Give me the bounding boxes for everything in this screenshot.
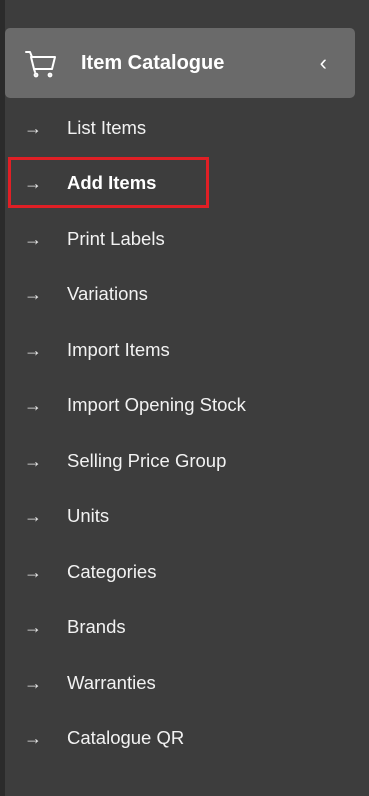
sidebar-item-import-items[interactable]: → Import Items [0,322,369,378]
sidebar-item-label: List Items [67,116,147,138]
sidebar-item-add-items[interactable]: → Add Items [0,156,369,212]
sidebar-item-label: Units [67,505,110,527]
arrow-right-icon: → [24,672,42,693]
arrow-right-icon: → [24,617,42,638]
arrow-right-icon: → [24,228,42,249]
sidebar-item-list-items[interactable]: → List Items [0,100,369,156]
arrow-right-icon: → [24,728,42,749]
arrow-right-icon: → [24,117,42,138]
sidebar-item-brands[interactable]: → Brands [0,600,369,656]
sidebar-item-label: Categories [67,560,157,582]
sidebar-item-label: Add Items [67,172,157,194]
arrow-right-icon: → [24,395,42,416]
sidebar-item-label: Catalogue QR [67,727,185,749]
sidebar-item-warranties[interactable]: → Warranties [0,655,369,711]
sidebar-item-label: Print Labels [67,227,165,249]
sidebar-item-label: Brands [67,616,126,638]
group-title: Item Catalogue [81,52,225,74]
sidebar-item-label: Import Items [67,338,170,360]
arrow-right-icon: → [24,561,42,582]
sidebar-item-import-opening-stock[interactable]: → Import Opening Stock [0,378,369,434]
arrow-right-icon: → [24,450,42,471]
sidebar-item-categories[interactable]: → Categories [0,544,369,600]
sidebar-item-variations[interactable]: → Variations [0,267,369,323]
sidebar-item-selling-price-group[interactable]: → Selling Price Group [0,433,369,489]
sidebar-item-units[interactable]: → Units [0,489,369,545]
arrow-right-icon: → [24,339,42,360]
submenu: → List Items → Add Items → Print Labels … [0,100,369,766]
cart-icon [25,50,57,78]
sidebar-item-catalogue-qr[interactable]: → Catalogue QR [0,711,369,767]
arrow-right-icon: → [24,173,42,194]
sidebar-item-label: Warranties [67,671,156,693]
arrow-right-icon: → [24,506,42,527]
arrow-right-icon: → [24,284,42,305]
sidebar-item-print-labels[interactable]: → Print Labels [0,211,369,267]
sidebar-item-label: Import Opening Stock [67,394,246,416]
sidebar-item-label: Selling Price Group [67,449,227,471]
chevron-left-icon[interactable]: ‹ [320,50,327,76]
sidebar: Item Catalogue ‹ → List Items → Add Item… [0,0,369,796]
sidebar-item-label: Variations [67,283,148,305]
item-catalogue-group-toggle[interactable]: Item Catalogue ‹ [5,28,355,98]
